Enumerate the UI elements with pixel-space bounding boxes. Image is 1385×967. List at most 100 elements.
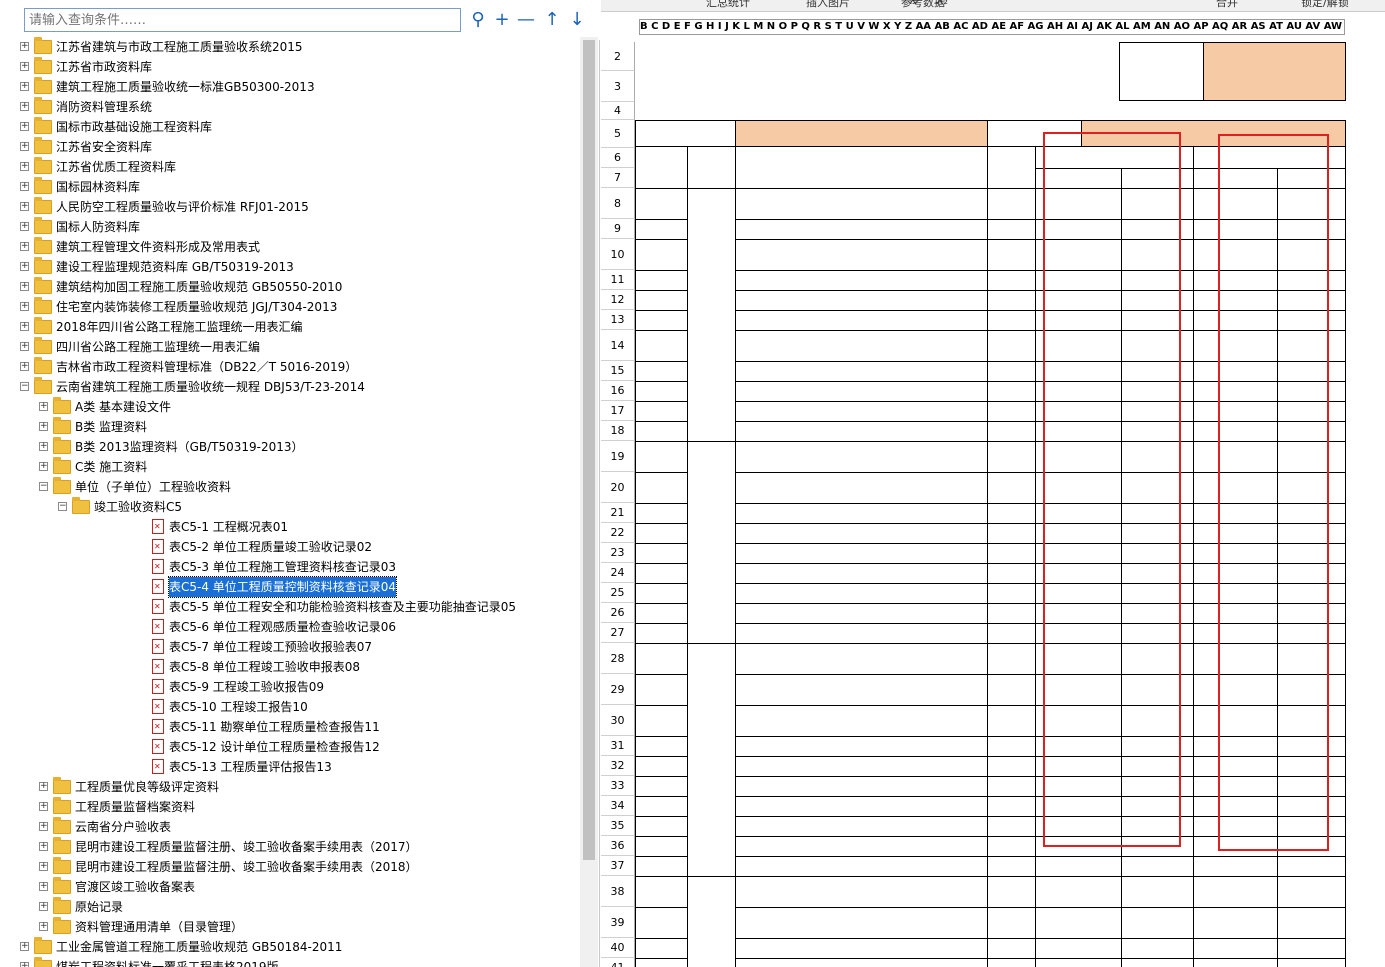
row-no-cell[interactable] bbox=[635, 756, 688, 777]
supervisor-opinion-cell[interactable] bbox=[1193, 907, 1278, 939]
search-icon[interactable]: ⚲ bbox=[468, 10, 488, 30]
doc-name-cell[interactable] bbox=[735, 543, 988, 564]
doc-name-cell[interactable] bbox=[735, 816, 988, 837]
tree-item[interactable]: + 国标人防资料库 bbox=[0, 217, 580, 237]
doc-name-cell[interactable] bbox=[735, 361, 988, 382]
row-number[interactable]: 23 bbox=[601, 543, 635, 563]
header-no[interactable] bbox=[635, 146, 688, 189]
row-number[interactable]: 3 bbox=[601, 71, 635, 102]
doc-name-cell[interactable] bbox=[735, 776, 988, 797]
tree-item[interactable]: 表C5-12 设计单位工程质量检查报告12 bbox=[0, 737, 580, 757]
doc-name-cell[interactable] bbox=[735, 856, 988, 877]
tree-item[interactable]: 表C5-10 工程竣工报告10 bbox=[0, 697, 580, 717]
row-number[interactable]: 37 bbox=[601, 856, 635, 876]
tree-item[interactable]: + 工程质量优良等级评定资料 bbox=[0, 777, 580, 797]
copies-cell[interactable] bbox=[987, 239, 1036, 271]
row-no-cell[interactable] bbox=[635, 583, 688, 604]
tree-item[interactable]: + 江苏省安全资料库 bbox=[0, 137, 580, 157]
row-no-cell[interactable] bbox=[635, 907, 688, 939]
row-number[interactable]: 21 bbox=[601, 503, 635, 523]
doc-name-cell[interactable] bbox=[735, 756, 988, 777]
row-number[interactable]: 2 bbox=[601, 42, 635, 71]
row-number[interactable]: 12 bbox=[601, 290, 635, 310]
row-number[interactable]: 26 bbox=[601, 603, 635, 623]
copies-cell[interactable] bbox=[987, 958, 1036, 967]
ribbon-button[interactable]: 锁定/解锁 bbox=[1301, 0, 1349, 10]
tree-item[interactable]: + 国标园林资料库 bbox=[0, 177, 580, 197]
expand-toggle-icon[interactable]: − bbox=[39, 482, 48, 491]
doc-name-cell[interactable] bbox=[735, 603, 988, 624]
copies-cell[interactable] bbox=[987, 705, 1036, 737]
doc-name-cell[interactable] bbox=[735, 938, 988, 959]
expand-toggle-icon[interactable]: + bbox=[39, 862, 48, 871]
row-number[interactable]: 30 bbox=[601, 705, 635, 736]
contractor-checker-cell[interactable] bbox=[1121, 876, 1194, 908]
row-number[interactable]: 8 bbox=[601, 188, 635, 219]
copies-cell[interactable] bbox=[987, 330, 1036, 362]
row-number[interactable]: 25 bbox=[601, 583, 635, 603]
expand-toggle-icon[interactable]: + bbox=[39, 822, 48, 831]
tree-item[interactable]: 表C5-8 单位工程竣工验收申报表08 bbox=[0, 657, 580, 677]
tree-item[interactable]: + 江苏省建筑与市政工程施工质量验收系统2015 bbox=[0, 37, 580, 57]
doc-name-cell[interactable] bbox=[735, 381, 988, 402]
expand-toggle-icon[interactable]: + bbox=[20, 282, 29, 291]
row-no-cell[interactable] bbox=[635, 472, 688, 504]
doc-name-cell[interactable] bbox=[735, 583, 988, 604]
doc-name-cell[interactable] bbox=[735, 705, 988, 737]
supervisor-checker-cell[interactable] bbox=[1277, 938, 1346, 959]
copies-cell[interactable] bbox=[987, 310, 1036, 331]
doc-name-cell[interactable] bbox=[735, 239, 988, 271]
tree-item[interactable]: + 吉林省市政工程资料管理标准（DB22／T 5016-2019） bbox=[0, 357, 580, 377]
project-name-label[interactable] bbox=[635, 120, 736, 147]
row-number[interactable]: 7 bbox=[601, 168, 635, 188]
copies-cell[interactable] bbox=[987, 543, 1036, 564]
tree-item[interactable]: + 建筑结构加固工程施工质量验收规范 GB50550-2010 bbox=[0, 277, 580, 297]
expand-toggle-icon[interactable]: + bbox=[20, 62, 29, 71]
section-label-cell[interactable] bbox=[687, 188, 736, 442]
tree-item[interactable]: − 云南省建筑工程施工质量验收统一规程 DBJ53/T-23-2014 bbox=[0, 377, 580, 397]
copies-cell[interactable] bbox=[987, 776, 1036, 797]
tree-item[interactable]: + 江苏省市政资料库 bbox=[0, 57, 580, 77]
copies-cell[interactable] bbox=[987, 421, 1036, 442]
doc-name-cell[interactable] bbox=[735, 290, 988, 311]
doc-number-label[interactable] bbox=[1119, 42, 1204, 101]
section-label-cell[interactable] bbox=[687, 441, 736, 644]
section-label-cell[interactable] bbox=[687, 643, 736, 877]
tree-item[interactable]: 表C5-2 单位工程质量竣工验收记录02 bbox=[0, 537, 580, 557]
tree-item[interactable]: + 工程质量监督档案资料 bbox=[0, 797, 580, 817]
copies-cell[interactable] bbox=[987, 441, 1036, 473]
expand-toggle-icon[interactable]: + bbox=[20, 102, 29, 111]
copies-cell[interactable] bbox=[987, 290, 1036, 311]
copies-cell[interactable] bbox=[987, 563, 1036, 584]
row-number[interactable]: 39 bbox=[601, 907, 635, 938]
row-no-cell[interactable] bbox=[635, 856, 688, 877]
doc-name-cell[interactable] bbox=[735, 643, 988, 675]
row-no-cell[interactable] bbox=[635, 523, 688, 544]
doc-name-cell[interactable] bbox=[735, 310, 988, 331]
expand-toggle-icon[interactable]: + bbox=[20, 202, 29, 211]
contractor-checker-cell[interactable] bbox=[1121, 938, 1194, 959]
tree-item[interactable]: + 昆明市建设工程质量监督注册、竣工验收备案手续用表（2017） bbox=[0, 837, 580, 857]
expand-toggle-icon[interactable]: + bbox=[20, 122, 29, 131]
ribbon-button[interactable]: 合并 bbox=[1216, 0, 1238, 10]
tree-item[interactable]: + B类 监理资料 bbox=[0, 417, 580, 437]
supervisor-checker-cell[interactable] bbox=[1277, 958, 1346, 967]
tree-item[interactable]: + 住宅室内装饰装修工程质量验收规范 JGJ/T304-2013 bbox=[0, 297, 580, 317]
tree-item[interactable]: 表C5-1 工程概况表01 bbox=[0, 517, 580, 537]
copies-cell[interactable] bbox=[987, 643, 1036, 675]
tree-item[interactable]: + 建筑工程管理文件资料形成及常用表式 bbox=[0, 237, 580, 257]
row-no-cell[interactable] bbox=[635, 643, 688, 675]
row-no-cell[interactable] bbox=[635, 503, 688, 524]
doc-name-cell[interactable] bbox=[735, 563, 988, 584]
row-number[interactable]: 6 bbox=[601, 148, 635, 168]
copies-cell[interactable] bbox=[987, 938, 1036, 959]
row-number[interactable]: 27 bbox=[601, 623, 635, 643]
copies-cell[interactable] bbox=[987, 603, 1036, 624]
row-number[interactable]: 28 bbox=[601, 643, 635, 674]
doc-number-value[interactable] bbox=[1203, 42, 1346, 101]
copies-cell[interactable] bbox=[987, 836, 1036, 857]
row-no-cell[interactable] bbox=[635, 603, 688, 624]
row-no-cell[interactable] bbox=[635, 270, 688, 291]
row-number[interactable]: 24 bbox=[601, 563, 635, 583]
row-no-cell[interactable] bbox=[635, 290, 688, 311]
